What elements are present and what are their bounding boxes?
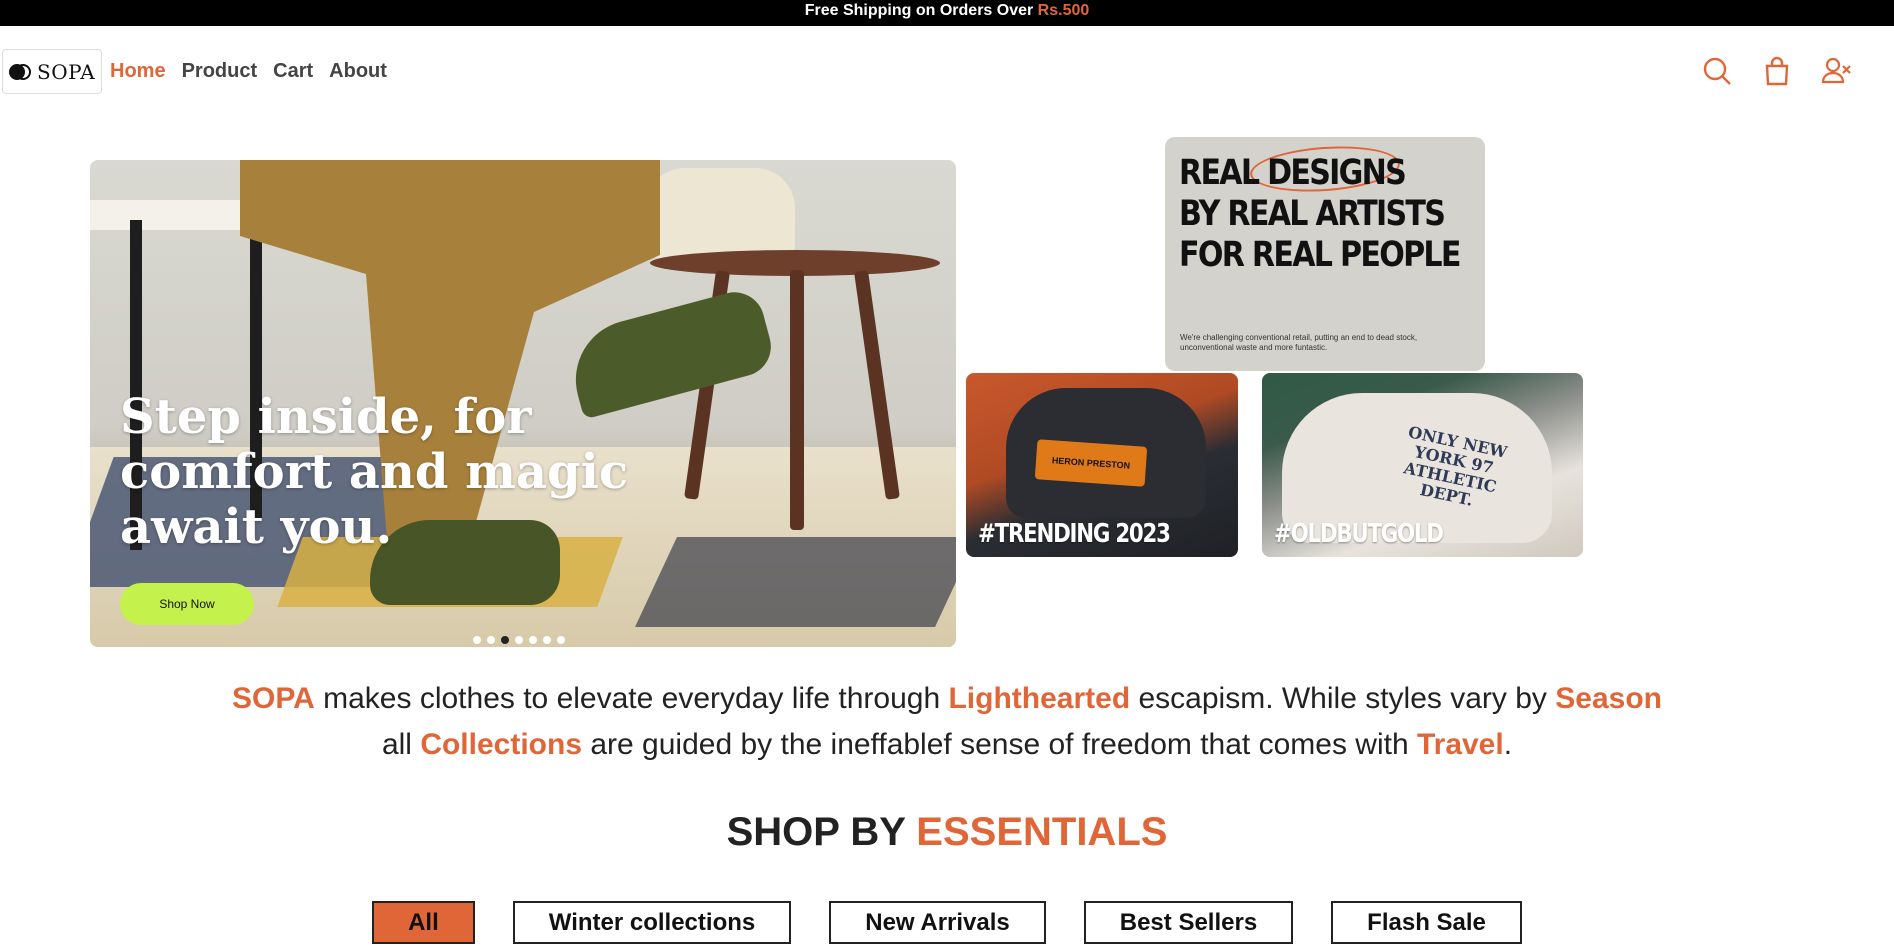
carousel-dot[interactable]	[557, 636, 565, 644]
main-menu: Home Product Cart About	[110, 60, 387, 83]
statement-text: are guided by the ineffablef sense of fr…	[582, 728, 1417, 761]
carousel-dots	[473, 636, 565, 644]
announcement-bar: Free Shipping on Orders Over Rs.500	[0, 0, 1894, 26]
hero-rug-dark	[635, 537, 956, 627]
nav-item-about[interactable]: About	[329, 60, 387, 83]
user-remove-icon[interactable]	[1822, 56, 1852, 86]
nav-item-cart[interactable]: Cart	[273, 60, 313, 83]
carousel-dot[interactable]	[501, 636, 509, 644]
nav-item-home[interactable]: Home	[110, 60, 166, 83]
search-icon[interactable]	[1702, 56, 1732, 86]
shop-now-button[interactable]: Shop Now	[120, 583, 254, 625]
section-title: SHOP BY ESSENTIALS	[0, 810, 1894, 855]
category-filters: All Winter collections New Arrivals Best…	[0, 901, 1894, 944]
hero-table-leg	[790, 270, 804, 530]
carousel-dot[interactable]	[487, 636, 495, 644]
shopping-bag-icon[interactable]	[1762, 56, 1792, 86]
header-nav: SOPA Home Product Cart About	[0, 26, 1894, 120]
carousel-dot[interactable]	[473, 636, 481, 644]
hat-patch: HERON PRESTON	[1034, 439, 1148, 487]
nav-actions	[1702, 56, 1852, 86]
oldbutgold-tile[interactable]: ONLY NEW YORK 97 ATHLETIC DEPT. #OLDBUTG…	[1262, 373, 1583, 557]
promo-headline-line: FOR REAL PEOPLE	[1179, 235, 1461, 275]
oldbutgold-tag: #OLDBUTGOLD	[1274, 519, 1444, 549]
promo-headline-line: BY REAL ARTISTS	[1179, 194, 1446, 234]
brand-logo[interactable]: SOPA	[2, 49, 102, 94]
logo-mark-icon	[9, 61, 31, 83]
statement-brand: SOPA	[232, 682, 315, 715]
section-title-part: SHOP BY	[726, 810, 917, 854]
hero-telephone	[645, 168, 795, 258]
brand-statement: SOPA makes clothes to elevate everyday l…	[60, 676, 1834, 768]
carousel-dot[interactable]	[515, 636, 523, 644]
filter-best-sellers[interactable]: Best Sellers	[1083, 901, 1294, 944]
statement-highlight: Travel	[1416, 728, 1504, 761]
announcement-amount: Rs.500	[1037, 2, 1090, 19]
carousel-dot[interactable]	[543, 636, 551, 644]
filter-new-arrivals[interactable]: New Arrivals	[829, 901, 1046, 944]
carousel-dot[interactable]	[529, 636, 537, 644]
trending-tile[interactable]: HERON PRESTON #TRENDING 2023	[966, 373, 1238, 557]
promo-body: We're challenging conventional retail, p…	[1180, 333, 1418, 352]
statement-text: makes clothes to elevate everyday life t…	[314, 682, 949, 715]
filter-flash-sale[interactable]: Flash Sale	[1331, 901, 1522, 944]
promo-headline-part: REAL	[1179, 153, 1268, 193]
promo-headline-highlight: DESIGNS	[1267, 153, 1407, 193]
trending-tag: #TRENDING 2023	[978, 519, 1171, 549]
statement-highlight: Lighthearted	[948, 682, 1131, 715]
filter-winter-collections[interactable]: Winter collections	[512, 901, 792, 944]
statement-text: escapism. While styles vary by	[1130, 682, 1556, 715]
statement-text: .	[1503, 728, 1513, 761]
section-title-highlight: ESSENTIALS	[916, 810, 1168, 854]
promo-card[interactable]: REAL DESIGNS BY REAL ARTISTS FOR REAL PE…	[1165, 137, 1485, 371]
statement-text: all	[381, 728, 421, 761]
statement-highlight: Season	[1555, 682, 1662, 715]
brand-name: SOPA	[37, 59, 96, 84]
nav-item-product[interactable]: Product	[182, 60, 258, 83]
hero-title: Step inside, for comfort and magic await…	[120, 389, 629, 555]
announcement-text: Free Shipping on Orders Over	[804, 2, 1038, 19]
hero-banner: Step inside, for comfort and magic await…	[90, 160, 956, 647]
filter-all[interactable]: All	[372, 901, 475, 944]
statement-highlight: Collections	[420, 728, 583, 761]
promo-headline: REAL DESIGNS BY REAL ARTISTS FOR REAL PE…	[1179, 153, 1471, 276]
